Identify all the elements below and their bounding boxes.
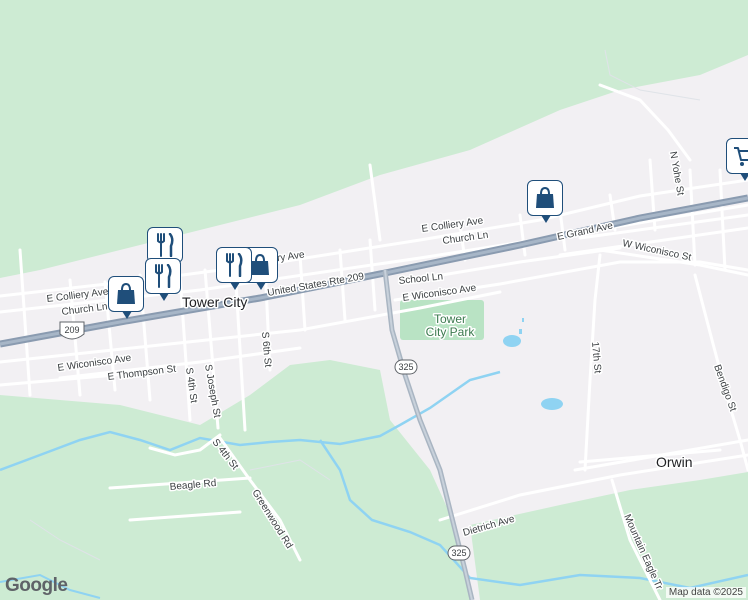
- grocery-pin[interactable]: [726, 138, 748, 181]
- shopping-bag-icon: [251, 253, 269, 275]
- place-label-tower-city: Tower City: [182, 294, 247, 310]
- restaurant-pin[interactable]: [216, 247, 252, 290]
- svg-text:325: 325: [398, 362, 413, 372]
- pond-1: [503, 335, 521, 347]
- fork-knife-icon: [226, 253, 243, 277]
- pa-325-shield-south: 325: [447, 545, 471, 561]
- google-logo[interactable]: Google: [5, 575, 68, 597]
- shopping-bag-icon: [117, 282, 135, 304]
- fork-knife-icon: [157, 233, 174, 257]
- pond-3: [519, 329, 522, 334]
- shopping-bag-icon: [536, 186, 554, 208]
- map-attribution[interactable]: Map data ©2025: [665, 587, 746, 598]
- us-209-shield: 209: [59, 321, 85, 340]
- restaurant-pin[interactable]: [145, 258, 181, 301]
- pa-325-shield-north: 325: [394, 359, 418, 375]
- svg-text:209: 209: [64, 325, 79, 335]
- place-label-orwin: Orwin: [656, 454, 693, 470]
- shopping-pin[interactable]: [108, 276, 144, 319]
- park-label-line-1: Tower: [434, 312, 466, 326]
- shopping-pin[interactable]: [527, 180, 563, 223]
- pond-4: [522, 318, 524, 322]
- park-label-line-2: City Park: [426, 325, 476, 339]
- fork-knife-icon: [155, 264, 172, 288]
- svg-text:325: 325: [451, 548, 466, 558]
- pond-2: [541, 398, 563, 410]
- shopping-cart-icon: [734, 147, 748, 166]
